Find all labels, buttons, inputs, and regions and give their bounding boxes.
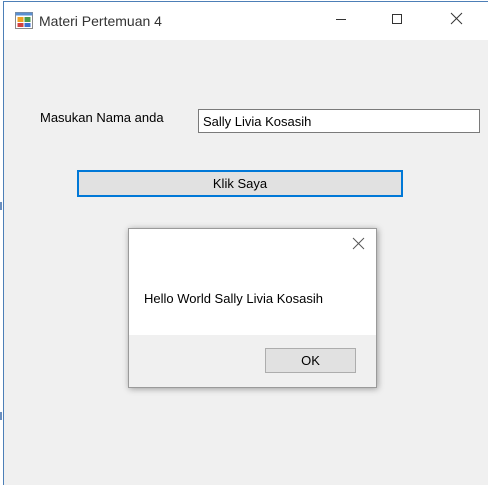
maximize-icon (391, 12, 403, 30)
dialog-message: Hello World Sally Livia Kosasih (144, 291, 323, 306)
close-icon (450, 12, 463, 30)
minimize-button[interactable] (318, 2, 364, 40)
window-edge-mark (0, 412, 2, 420)
window-edge-mark (0, 202, 2, 210)
dialog-close-button[interactable] (348, 236, 368, 256)
window-title: Materi Pertemuan 4 (39, 13, 162, 29)
title-bar[interactable]: Materi Pertemuan 4 (4, 2, 488, 40)
ok-button[interactable]: OK (265, 348, 356, 373)
close-icon (352, 237, 365, 255)
app-icon (15, 12, 33, 29)
name-input[interactable] (198, 109, 480, 133)
message-dialog: Hello World Sally Livia Kosasih OK (128, 228, 377, 388)
klik-saya-button[interactable]: Klik Saya (77, 170, 403, 197)
maximize-button[interactable] (374, 2, 420, 40)
window-close-button[interactable] (433, 2, 479, 40)
main-window: Materi Pertemuan 4 Masukan Nama anda Kli… (3, 1, 488, 485)
minimize-icon (335, 12, 347, 30)
dialog-body: Hello World Sally Livia Kosasih (129, 229, 376, 335)
name-label: Masukan Nama anda (40, 110, 164, 125)
